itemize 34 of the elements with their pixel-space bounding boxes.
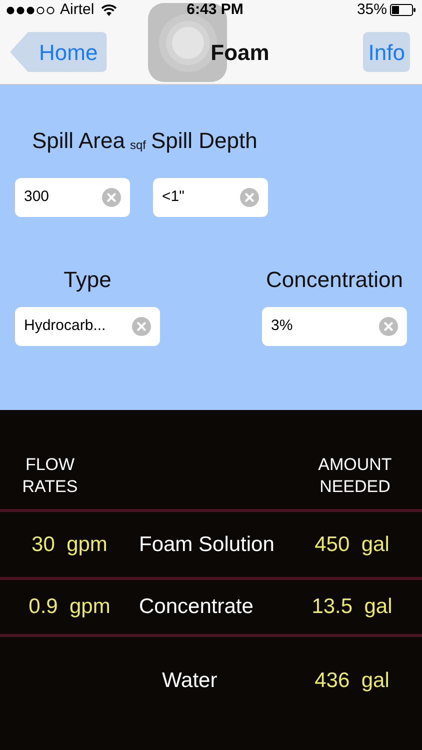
flow-rate-value: 0.9 gpm [28,594,112,620]
concentration-field[interactable]: 3% [262,307,407,346]
clear-icon[interactable] [240,188,259,207]
unit-label: sqf [130,137,146,154]
type-label: Type [62,266,112,291]
clock-time: 6:43 PM [186,0,244,20]
signal-icon [6,6,56,14]
battery-percent: 35% [356,0,387,20]
battery-icon [390,4,416,16]
type-field[interactable]: Hydrocarb... [15,307,160,346]
concentration-label: Concentration [265,266,404,291]
spill-depth-label: Spill Depth [150,127,258,155]
flow-rate-value: 30 gpm [30,532,108,558]
result-label: Foam Solution [139,532,276,558]
amount-value: 436 gal [314,668,390,694]
clear-icon[interactable] [102,188,121,207]
clear-icon[interactable] [379,317,398,336]
spill-area-field[interactable]: 300 [15,178,130,217]
flow-rates-header: FLOW RATES [21,454,79,498]
field-value: Hydrocarb... [24,316,106,336]
amount-value: 13.5 gal [310,594,394,620]
result-label: Concentrate [139,594,254,620]
result-label: Water [162,668,218,694]
field-value: 300 [24,187,50,208]
spill-area-label: Spill Area [32,127,125,155]
carrier-name: Airtel [60,0,94,20]
clear-icon[interactable] [132,317,151,336]
spill-depth-field[interactable]: <1" [153,178,268,217]
amount-value: 450 gal [314,532,390,558]
field-value: <1" [162,187,184,208]
screen-title: Foam [210,38,270,66]
wifi-icon [101,4,118,16]
amount-needed-header: AMOUNT NEEDED [317,454,393,498]
field-value: 3% [271,316,293,336]
